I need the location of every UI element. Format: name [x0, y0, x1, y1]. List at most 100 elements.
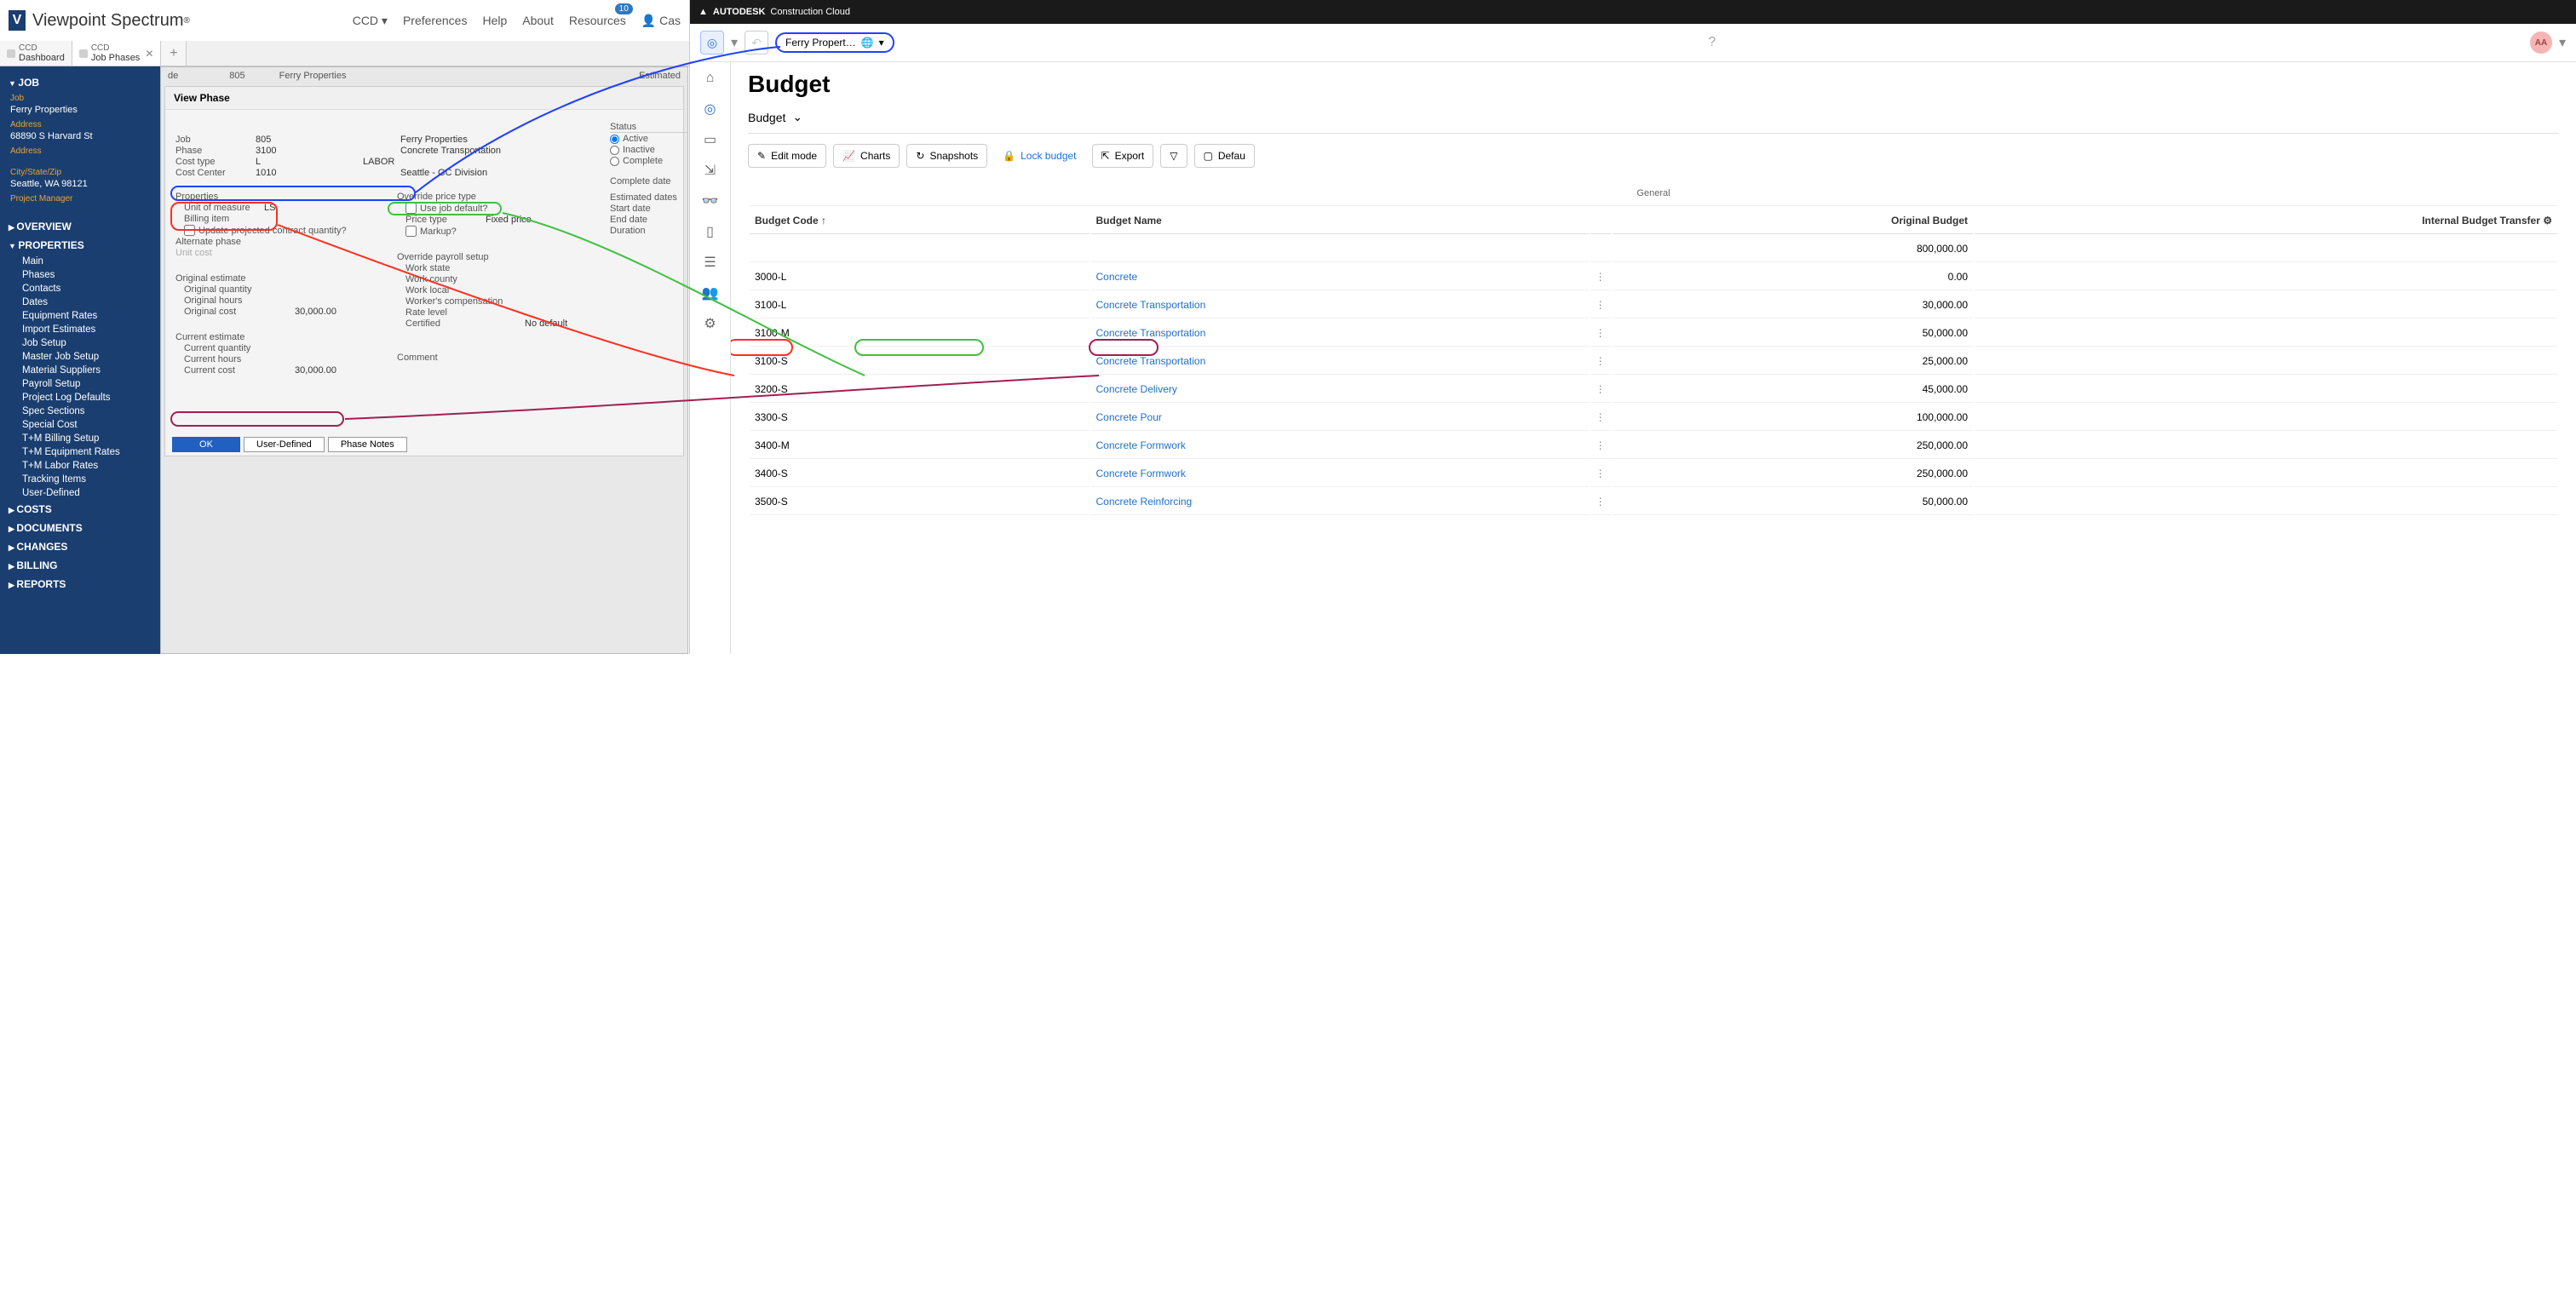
kebab-icon[interactable]: ⋮	[1590, 433, 1611, 459]
budget-icon[interactable]: ◎	[701, 100, 720, 118]
nav-preferences[interactable]: Preferences	[403, 14, 467, 27]
project-selector[interactable]: Ferry Propert… 🌐 ▾	[775, 32, 894, 53]
nav-resources[interactable]: Resources 10	[569, 14, 626, 27]
tab-budget[interactable]: Budget	[748, 111, 785, 124]
report-icon[interactable]: ☰	[701, 253, 720, 272]
nav-ccd[interactable]: CCD ▾	[353, 14, 388, 28]
snapshots-button[interactable]: ↻ Snapshots	[906, 144, 987, 168]
status-active-radio[interactable]	[610, 135, 619, 144]
close-icon[interactable]: ✕	[145, 48, 153, 60]
sidebar-item[interactable]: Payroll Setup	[0, 377, 160, 391]
nav-user[interactable]: 👤 Cas	[641, 14, 681, 28]
table-row[interactable]: 3300-SConcrete Pour⋮100,000.00	[750, 404, 2557, 431]
export-button[interactable]: ⇱ Export	[1092, 144, 1154, 168]
home-icon[interactable]: ⌂	[701, 69, 720, 88]
kebab-icon[interactable]: ⋮	[1590, 461, 1611, 487]
sidebar-item[interactable]: User-Defined	[0, 486, 160, 500]
sidebar-item[interactable]: Project Log Defaults	[0, 391, 160, 404]
sidebar-item[interactable]: Dates	[0, 295, 160, 309]
kebab-icon[interactable]: ⋮	[1590, 376, 1611, 403]
kebab-icon[interactable]: ⋮	[1590, 404, 1611, 431]
bookmark-button[interactable]: ▢ Defau	[1194, 144, 1255, 168]
table-row[interactable]: 3200-SConcrete Delivery⋮45,000.00	[750, 376, 2557, 403]
table-row[interactable]: 3100-MConcrete Transportation⋮50,000.00	[750, 320, 2557, 347]
filter-button[interactable]: ▽	[1160, 144, 1187, 168]
sec-documents[interactable]: DOCUMENTS	[0, 519, 160, 537]
sec-costs[interactable]: COSTS	[0, 500, 160, 519]
globe-icon: 🌐	[861, 37, 874, 49]
status-inactive-radio[interactable]	[610, 146, 619, 155]
dropdown-icon[interactable]: ▾	[731, 34, 738, 51]
table-row[interactable]: 3400-MConcrete Formwork⋮250,000.00	[750, 433, 2557, 459]
status-complete-radio[interactable]	[610, 157, 619, 166]
sidebar-item[interactable]: Main	[0, 255, 160, 268]
sidebar-item[interactable]: Import Estimates	[0, 323, 160, 336]
back-button[interactable]: ↶	[745, 31, 768, 54]
module-switcher-button[interactable]: ◎	[700, 31, 724, 54]
sidebar-item[interactable]: Equipment Rates	[0, 309, 160, 323]
sidebar-item[interactable]: T+M Equipment Rates	[0, 445, 160, 459]
col-budget-name[interactable]: Budget Name	[1091, 208, 1589, 234]
table-row[interactable]: 3400-SConcrete Formwork⋮250,000.00	[750, 461, 2557, 487]
sidebar-item[interactable]: Master Job Setup	[0, 350, 160, 364]
sec-changes[interactable]: CHANGES	[0, 537, 160, 556]
col-original-budget[interactable]: Original Budget	[1613, 208, 1973, 234]
user-defined-button[interactable]: User-Defined	[244, 437, 325, 452]
phase-notes-button[interactable]: Phase Notes	[328, 437, 407, 452]
acc-nav-rail: ⌂ ◎ ▭ ⇲ 👓 ▯ ☰ 👥 ⚙	[690, 62, 731, 654]
sidebar-item[interactable]: Contacts	[0, 282, 160, 295]
acc-subheader: ◎ ▾ ↶ Ferry Propert… 🌐 ▾ ? AA ▾	[690, 24, 2576, 62]
use-job-default-checkbox[interactable]	[405, 203, 417, 214]
members-icon[interactable]: 👥	[701, 284, 720, 302]
tab-job-phases[interactable]: CCDJob Phases ✕	[72, 41, 162, 66]
tab-dashboard[interactable]: CCDDashboard	[0, 41, 72, 66]
table-row[interactable]: 3000-LConcrete⋮0.00	[750, 264, 2557, 290]
ok-button[interactable]: OK	[172, 437, 240, 452]
vp-brand-text: Viewpoint Spectrum	[32, 11, 184, 31]
avatar[interactable]: AA	[2530, 32, 2552, 54]
budget-table: General Budget Code ↑ Budget Name Origin…	[748, 180, 2559, 517]
chevron-down-icon[interactable]: ▾	[2559, 34, 2566, 51]
sidebar-item[interactable]: Material Suppliers	[0, 364, 160, 377]
nav-about[interactable]: About	[522, 14, 554, 27]
lock-budget-button[interactable]: 🔒 Lock budget	[994, 144, 1084, 168]
table-row[interactable]: 3500-SConcrete Reinforcing⋮50,000.00	[750, 489, 2557, 515]
document-icon[interactable]: ▯	[701, 222, 720, 241]
table-row[interactable]: 3100-LConcrete Transportation⋮30,000.00	[750, 292, 2557, 318]
lbl-pm: Project Manager	[0, 192, 160, 205]
sec-reports[interactable]: REPORTS	[0, 575, 160, 594]
page-title: Budget	[748, 71, 2559, 98]
col-budget-code[interactable]: Budget Code ↑	[750, 208, 1090, 234]
sec-job[interactable]: JOB	[0, 73, 160, 92]
sec-properties[interactable]: PROPERTIES	[0, 236, 160, 255]
charts-button[interactable]: 📈 Charts	[833, 144, 900, 168]
contracts-icon[interactable]: ▭	[701, 130, 720, 149]
sec-billing[interactable]: BILLING	[0, 556, 160, 575]
kebab-icon[interactable]: ⋮	[1590, 264, 1611, 290]
edit-mode-button[interactable]: ✎ Edit mode	[748, 144, 826, 168]
chevron-down-icon[interactable]: ⌄	[792, 110, 802, 124]
nav-help[interactable]: Help	[482, 14, 507, 27]
settings-icon[interactable]: ⚙	[701, 314, 720, 333]
markup-checkbox[interactable]	[405, 226, 417, 237]
lbl-city: City/State/Zip	[0, 166, 160, 179]
table-row[interactable]: 3100-SConcrete Transportation⋮25,000.00	[750, 348, 2557, 375]
sidebar-item[interactable]: Phases	[0, 268, 160, 282]
export-icon[interactable]: ⇲	[701, 161, 720, 180]
sec-overview[interactable]: OVERVIEW	[0, 217, 160, 236]
update-projected-checkbox[interactable]	[184, 225, 195, 236]
kebab-icon[interactable]: ⋮	[1590, 320, 1611, 347]
kebab-icon[interactable]: ⋮	[1590, 489, 1611, 515]
sidebar-item[interactable]: Spec Sections	[0, 404, 160, 418]
kebab-icon[interactable]: ⋮	[1590, 292, 1611, 318]
sidebar-item[interactable]: Job Setup	[0, 336, 160, 350]
sidebar-item[interactable]: Tracking Items	[0, 473, 160, 486]
kebab-icon[interactable]: ⋮	[1590, 348, 1611, 375]
tab-add[interactable]: +	[161, 41, 187, 66]
help-icon[interactable]: ?	[1708, 35, 1716, 50]
sidebar-item[interactable]: T+M Billing Setup	[0, 432, 160, 445]
col-internal-transfer[interactable]: Internal Budget Transfer ⚙	[1975, 208, 2557, 234]
sidebar-item[interactable]: Special Cost	[0, 418, 160, 432]
binoculars-icon[interactable]: 👓	[701, 192, 720, 210]
sidebar-item[interactable]: T+M Labor Rates	[0, 459, 160, 473]
